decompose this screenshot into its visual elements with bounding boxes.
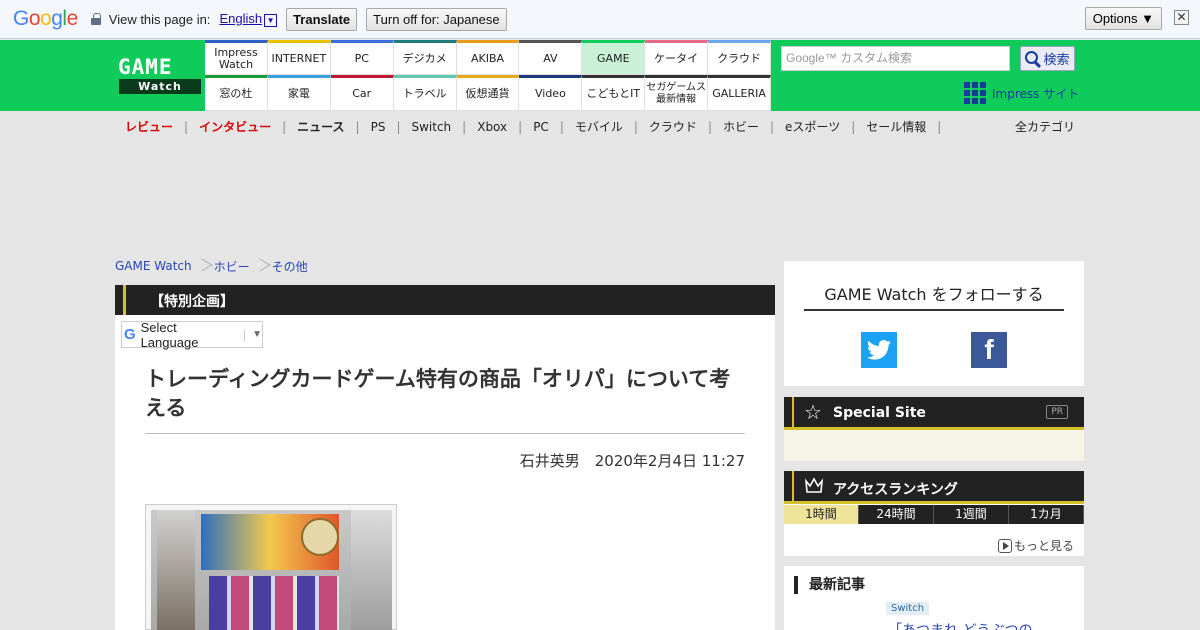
- special-site-box: ☆ Special Site PR: [784, 397, 1084, 461]
- nav-top-item[interactable]: クラウド: [708, 40, 772, 75]
- tab-1-hour[interactable]: 1時間: [784, 505, 859, 524]
- star-icon: ☆: [804, 400, 822, 424]
- access-ranking-box: アクセスランキング 1時間 24時間 1週間 1カ月 もっと見る: [784, 471, 1084, 556]
- google-g-icon: G: [124, 326, 136, 343]
- section-header: 【特別企画】: [115, 285, 775, 315]
- pr-badge: PR: [1046, 405, 1068, 419]
- author: 石井英男: [519, 452, 580, 470]
- tab-1-week[interactable]: 1週間: [934, 505, 1009, 524]
- dropdown-arrow-icon: ▼: [264, 14, 278, 27]
- language-select[interactable]: English ▼: [219, 11, 278, 27]
- category-interview[interactable]: インタビュー: [188, 118, 282, 135]
- tab-24-hours[interactable]: 24時間: [859, 505, 934, 524]
- crown-icon: [804, 477, 824, 493]
- breadcrumb: GAME Watch ホビー その他: [115, 256, 308, 276]
- title-divider: [145, 433, 745, 434]
- vending-machine-image: [151, 510, 392, 630]
- nav-top-item[interactable]: INTERNET: [267, 40, 331, 75]
- translate-bar: Google View this page in: English ▼ Trans…: [0, 0, 1200, 39]
- breadcrumb-separator-icon: [199, 256, 207, 276]
- category-nav: レビュー | インタビュー | ニュース | PS | Switch | Xbox | PC…: [0, 111, 1200, 139]
- nav-top-item-active[interactable]: GAME: [582, 40, 646, 75]
- nav-bottom-item[interactable]: Car: [330, 75, 394, 111]
- header-search-area: Google™ カスタム検索 検索 Impress サイト: [771, 40, 1085, 111]
- search-button[interactable]: 検索: [1020, 46, 1075, 71]
- twitter-icon[interactable]: [861, 332, 897, 368]
- category-ps[interactable]: PS: [360, 120, 397, 134]
- nav-top-item[interactable]: AV: [519, 40, 583, 75]
- breadcrumb-other[interactable]: その他: [272, 258, 308, 275]
- nav-bottom-item[interactable]: 仮想通貨: [456, 75, 520, 111]
- breadcrumb-separator-icon: [257, 256, 265, 276]
- translate-button[interactable]: Translate: [286, 7, 358, 31]
- google-logo: Google: [13, 7, 78, 30]
- article-main: 【特別企画】 G Select Language | ▼ トレーディングカードゲ…: [115, 285, 775, 630]
- latest-article-link[interactable]: 「あつまれ どうぶつの: [888, 620, 1032, 630]
- select-language-dropdown[interactable]: G Select Language | ▼: [121, 320, 263, 350]
- grid-menu-icon: [964, 82, 986, 104]
- site-header: GAME Watch Impress Watch INTERNET PC デジカ…: [0, 40, 1200, 111]
- nav-bottom-item[interactable]: トラベル: [393, 75, 457, 111]
- dropdown-arrow-icon: ▼: [252, 329, 262, 340]
- search-input[interactable]: Google™ カスタム検索: [781, 46, 1010, 71]
- turn-off-button[interactable]: Turn off for: Japanese: [366, 7, 507, 31]
- nav-top-item[interactable]: Impress Watch: [205, 40, 268, 75]
- nav-bottom-item[interactable]: Video: [519, 75, 583, 111]
- category-news[interactable]: ニュース: [286, 118, 355, 135]
- nav-bottom-item[interactable]: GALLERIA: [708, 75, 772, 111]
- breadcrumb-home[interactable]: GAME Watch: [115, 259, 192, 273]
- nav-bottom-item[interactable]: こどもとIT: [582, 75, 646, 111]
- site-nav-grid: Impress Watch INTERNET PC デジカメ AKIBA AV …: [205, 40, 772, 111]
- category-cloud[interactable]: クラウド: [638, 118, 708, 135]
- nav-bottom-item[interactable]: 窓の杜: [205, 75, 268, 111]
- byline: 石井英男 2020年2月4日 11:27: [520, 450, 745, 471]
- nav-bottom-item[interactable]: 家電: [267, 75, 331, 111]
- ranking-title: アクセスランキング: [833, 482, 958, 498]
- nav-bottom-item[interactable]: セガゲームス 最新情報: [645, 75, 709, 111]
- ranking-header: アクセスランキング: [784, 471, 1084, 504]
- category-pc[interactable]: PC: [522, 120, 560, 134]
- nav-top-item[interactable]: PC: [330, 40, 394, 75]
- view-page-label: View this page in:: [108, 11, 211, 27]
- all-categories-link[interactable]: 全カテゴリ: [1015, 118, 1075, 135]
- category-nav-items: レビュー | インタビュー | ニュース | PS | Switch | Xbox | PC…: [125, 118, 942, 135]
- article-photo[interactable]: [145, 504, 397, 630]
- close-icon[interactable]: ✕: [1174, 10, 1189, 25]
- category-tag[interactable]: Switch: [886, 602, 930, 615]
- latest-title: 最新記事: [794, 576, 865, 594]
- category-esports[interactable]: eスポーツ: [774, 118, 851, 135]
- tab-1-month[interactable]: 1カ月: [1009, 505, 1084, 524]
- category-mobile[interactable]: モバイル: [564, 118, 634, 135]
- header-band-right: [1085, 40, 1200, 111]
- section-title: 【特別企画】: [150, 294, 234, 310]
- nav-top-item[interactable]: デジカメ: [393, 40, 457, 75]
- category-xbox[interactable]: Xbox: [466, 120, 518, 134]
- ranking-tabs: 1時間 24時間 1週間 1カ月: [784, 505, 1084, 524]
- article-title: トレーディングカードゲーム特有の商品「オリパ」について考える: [145, 367, 731, 420]
- facebook-icon[interactable]: f: [971, 332, 1007, 368]
- latest-articles-box: 最新記事 Switch 「あつまれ どうぶつの: [784, 566, 1084, 630]
- game-watch-logo[interactable]: GAME Watch: [115, 40, 205, 111]
- special-site-header: ☆ Special Site PR: [784, 397, 1084, 430]
- category-sale[interactable]: セール情報: [855, 118, 937, 135]
- breadcrumb-hobby[interactable]: ホビー: [214, 258, 250, 275]
- publish-date: 2020年2月4日 11:27: [594, 452, 745, 470]
- play-icon: [997, 538, 1012, 553]
- header-band-left: [0, 40, 115, 111]
- nav-top-item[interactable]: ケータイ: [645, 40, 709, 75]
- follow-divider: [804, 309, 1064, 311]
- lock-icon: [90, 13, 101, 25]
- search-icon: [1025, 50, 1041, 67]
- more-link[interactable]: もっと見る: [997, 537, 1074, 554]
- category-review[interactable]: レビュー: [125, 118, 184, 135]
- category-hobby[interactable]: ホビー: [712, 118, 770, 135]
- impress-site-link[interactable]: Impress サイト: [964, 82, 1079, 104]
- category-switch[interactable]: Switch: [400, 120, 462, 134]
- special-site-title: Special Site: [833, 405, 926, 421]
- options-button[interactable]: Options ▼: [1084, 7, 1162, 30]
- follow-title: GAME Watch をフォローする: [824, 285, 1044, 304]
- follow-box: GAME Watch をフォローする f: [784, 261, 1084, 386]
- nav-top-item[interactable]: AKIBA: [456, 40, 520, 75]
